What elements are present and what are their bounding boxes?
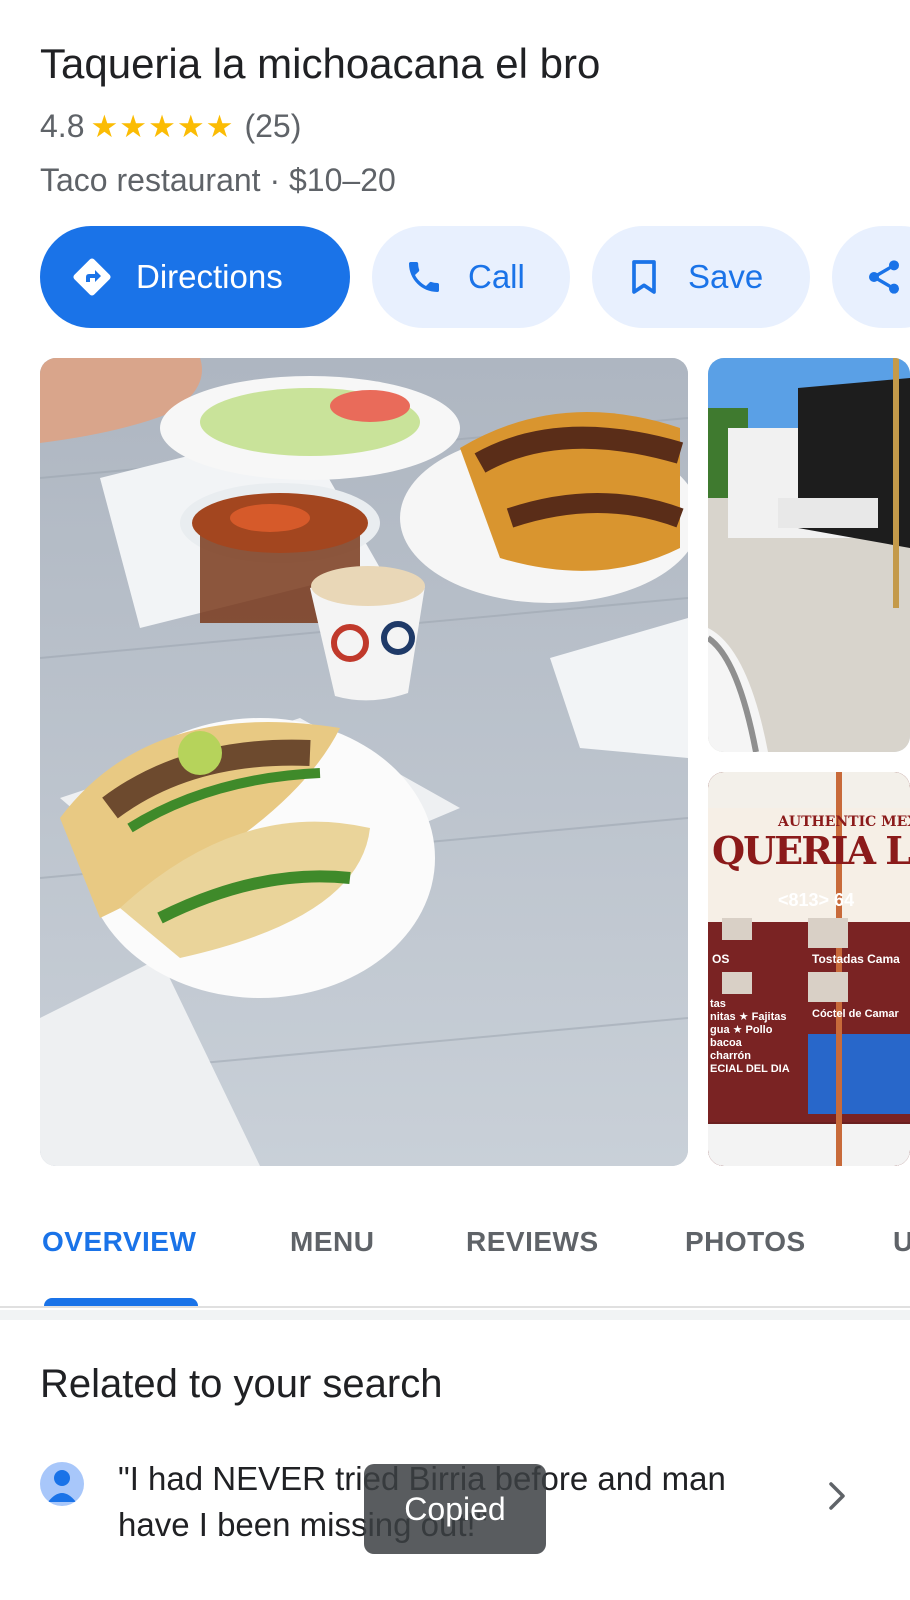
review-count: (25): [244, 108, 302, 144]
place-title: Taqueria la michoacana el bro: [40, 40, 601, 87]
tab-menu[interactable]: MENU: [290, 1226, 374, 1258]
user-avatar-icon: [40, 1462, 84, 1506]
call-button[interactable]: Call: [372, 226, 570, 328]
call-label: Call: [468, 258, 525, 295]
star-icons: ★★★★★: [90, 108, 235, 144]
tab-reviews[interactable]: REVIEWS: [466, 1226, 599, 1258]
directions-icon: [72, 257, 112, 297]
active-tab-indicator: [44, 1298, 198, 1306]
sign-item2-right: Cóctel de Camar: [812, 1008, 899, 1020]
share-icon: [864, 257, 904, 297]
tab-updates[interactable]: U: [893, 1226, 910, 1258]
exterior-photo[interactable]: [708, 358, 910, 752]
rating-row[interactable]: 4.8 ★★★★★ (25): [40, 108, 301, 145]
action-chips: Directions Call Save: [40, 226, 910, 328]
save-label: Save: [688, 258, 764, 295]
copied-toast: Copied: [364, 1464, 546, 1554]
category-price: Taco restaurant · $10–20: [40, 162, 396, 198]
directions-button[interactable]: Directions: [40, 226, 350, 328]
phone-icon: [404, 257, 444, 297]
sign-line2: QUERIA LA MICH: [712, 828, 910, 873]
rating-value: 4.8: [40, 108, 85, 144]
menu-sign-photo[interactable]: AUTHENTIC MEXI QUERIA LA MICH <813> 64 O…: [708, 772, 910, 1166]
sign-phone: <813> 64: [778, 890, 855, 910]
tab-bar: OVERVIEW MENU REVIEWS PHOTOS U: [0, 1196, 910, 1308]
related-section-title: Related to your search: [40, 1362, 443, 1406]
save-button[interactable]: Save: [592, 226, 810, 328]
chevron-right-icon[interactable]: [822, 1476, 852, 1516]
tab-photos[interactable]: PHOTOS: [685, 1226, 806, 1258]
main-photo[interactable]: [40, 358, 688, 1166]
bookmark-icon: [624, 257, 664, 297]
section-divider: [0, 1310, 910, 1320]
sign-item-left: OS: [712, 952, 730, 966]
sign-left-list: tas nitas ★ Fajitas gua ★ Pollo bacoa ch…: [710, 998, 790, 1075]
directions-label: Directions: [136, 258, 283, 295]
tab-overview[interactable]: OVERVIEW: [42, 1226, 196, 1258]
share-button[interactable]: [832, 226, 910, 328]
sign-item-right: Tostadas Cama: [812, 952, 900, 966]
